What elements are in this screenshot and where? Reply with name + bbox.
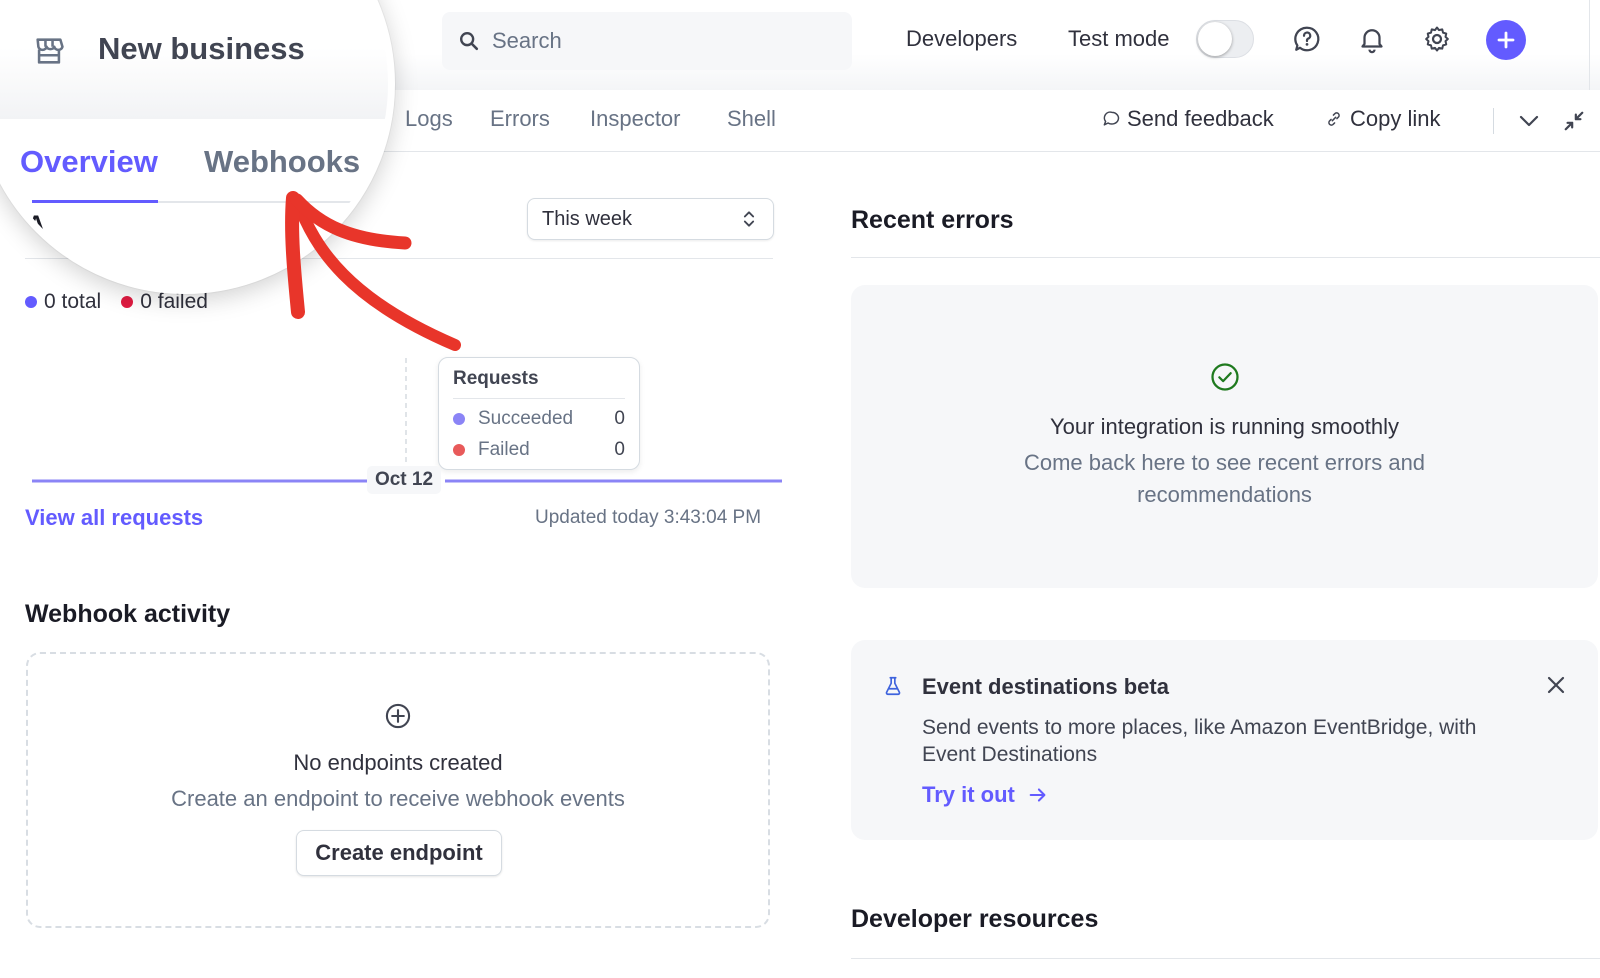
beaker-icon xyxy=(882,674,904,703)
storefront-icon xyxy=(32,34,66,68)
bell-icon[interactable] xyxy=(1355,22,1389,56)
gear-icon[interactable] xyxy=(1420,22,1454,56)
check-circle-icon xyxy=(851,362,1598,397)
integration-status-line1: Come back here to see recent errors and xyxy=(1023,450,1426,475)
api-requests-title-fragment: A xyxy=(27,211,46,239)
tooltip-succeeded-value: 0 xyxy=(614,408,625,429)
event-destinations-body-line1: Send events to more places, like Amazon … xyxy=(922,716,1477,739)
try-it-out-label: Try it out xyxy=(922,782,1015,807)
add-circle-icon xyxy=(26,702,770,735)
tooltip-succeeded-label: Succeeded xyxy=(478,408,574,429)
failed-dot xyxy=(453,444,465,456)
tab-shell[interactable]: Shell xyxy=(727,106,776,132)
tab-logs[interactable]: Logs xyxy=(405,106,453,132)
search-icon xyxy=(460,32,479,51)
arrow-right-icon xyxy=(1029,788,1046,802)
create-new-button[interactable] xyxy=(1486,20,1526,60)
date-range-value: This week xyxy=(542,207,633,230)
test-mode-label: Test mode xyxy=(1068,26,1170,51)
legend-dot-total xyxy=(25,296,37,308)
no-endpoints-title: No endpoints created xyxy=(293,750,503,775)
tab-inspector[interactable]: Inspector xyxy=(590,106,681,132)
tooltip-row-failed: Failed 0 xyxy=(453,439,625,461)
close-icon[interactable] xyxy=(1544,673,1568,697)
chart-tooltip: Requests Succeeded 0 Failed 0 xyxy=(438,357,640,470)
recent-errors-title: Recent errors xyxy=(851,206,1014,234)
succeeded-dot xyxy=(453,413,465,425)
developer-resources-divider xyxy=(851,958,1600,959)
send-feedback-button[interactable]: Send feedback xyxy=(1101,106,1274,132)
account-name[interactable]: New business xyxy=(98,31,305,67)
legend-dot-failed xyxy=(121,296,134,308)
no-endpoints-subtitle: Create an endpoint to receive webhook ev… xyxy=(171,786,625,811)
help-icon[interactable] xyxy=(1290,22,1324,56)
legend-total-label: 0 total xyxy=(44,290,102,313)
toolbar-divider xyxy=(1493,108,1494,134)
event-destinations-body-line2: Event Destinations xyxy=(922,743,1098,766)
tooltip-failed-value: 0 xyxy=(614,439,625,460)
plus-icon xyxy=(1497,31,1515,49)
x-axis-label: Oct 12 xyxy=(367,466,441,494)
chevron-down-icon[interactable] xyxy=(1516,108,1542,134)
tab-errors[interactable]: Errors xyxy=(490,106,550,132)
webhook-activity-title: Webhook activity xyxy=(25,600,231,628)
search-bar[interactable] xyxy=(442,12,852,70)
developer-resources-title: Developer resources xyxy=(851,905,1099,933)
link-icon xyxy=(1328,112,1340,126)
header-divider xyxy=(1589,0,1590,90)
test-mode-toggle[interactable] xyxy=(1196,20,1254,58)
legend-total: 0 total xyxy=(25,290,101,314)
tooltip-row-succeeded: Succeeded 0 xyxy=(453,408,625,430)
tab-webhooks[interactable]: Webhooks xyxy=(204,144,360,180)
tooltip-title: Requests xyxy=(453,368,625,399)
copy-link-button[interactable]: Copy link xyxy=(1324,106,1440,132)
integration-status-line2: recommendations xyxy=(1137,482,1312,507)
event-destinations-card xyxy=(851,640,1598,840)
create-endpoint-button[interactable]: Create endpoint xyxy=(296,830,502,876)
send-feedback-label: Send feedback xyxy=(1127,106,1274,131)
event-destinations-title: Event destinations beta xyxy=(922,674,1169,699)
developers-link[interactable]: Developers xyxy=(906,26,1017,52)
speech-bubble-icon xyxy=(1103,111,1120,126)
toggle-knob xyxy=(1198,22,1232,56)
recent-errors-divider xyxy=(851,257,1600,258)
collapse-icon[interactable] xyxy=(1561,108,1587,134)
date-range-select[interactable]: This week xyxy=(527,198,774,240)
view-all-requests-link[interactable]: View all requests xyxy=(25,505,203,531)
try-it-out-link[interactable]: Try it out xyxy=(922,782,1049,808)
search-input[interactable] xyxy=(492,28,832,54)
magnifier-callout: New business Overview Webhooks A xyxy=(0,0,395,294)
chevron-updown-icon xyxy=(743,211,755,227)
integration-status-title: Your integration is running smoothly xyxy=(1050,414,1399,439)
tooltip-failed-label: Failed xyxy=(478,439,530,460)
active-tab-indicator xyxy=(32,200,158,203)
tab-overview[interactable]: Overview xyxy=(20,144,158,180)
updated-timestamp: Updated today 3:43:04 PM xyxy=(535,507,762,528)
copy-link-label: Copy link xyxy=(1350,106,1441,131)
